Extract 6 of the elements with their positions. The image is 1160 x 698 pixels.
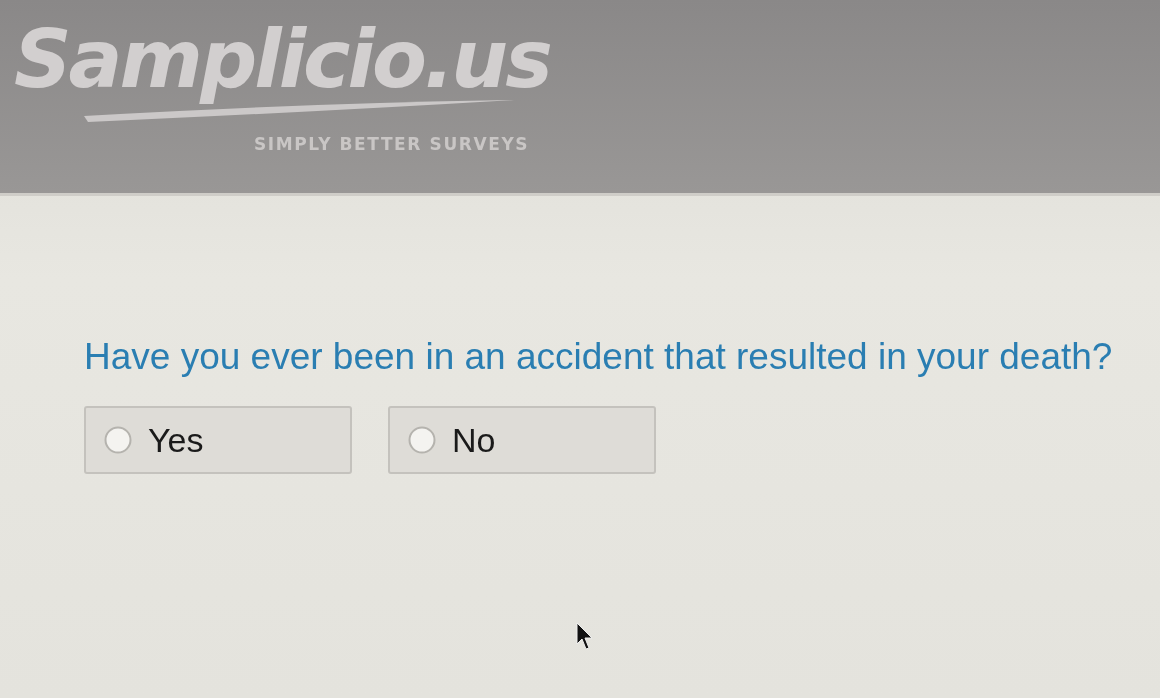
answer-option[interactable]: Yes: [84, 406, 352, 474]
question-text: Have you ever been in an accident that resulted in your death?: [84, 336, 1114, 378]
mouse-pointer-icon: [576, 622, 594, 650]
radio-button[interactable]: [104, 426, 132, 454]
radio-button[interactable]: [408, 426, 436, 454]
answer-option[interactable]: No: [388, 406, 656, 474]
